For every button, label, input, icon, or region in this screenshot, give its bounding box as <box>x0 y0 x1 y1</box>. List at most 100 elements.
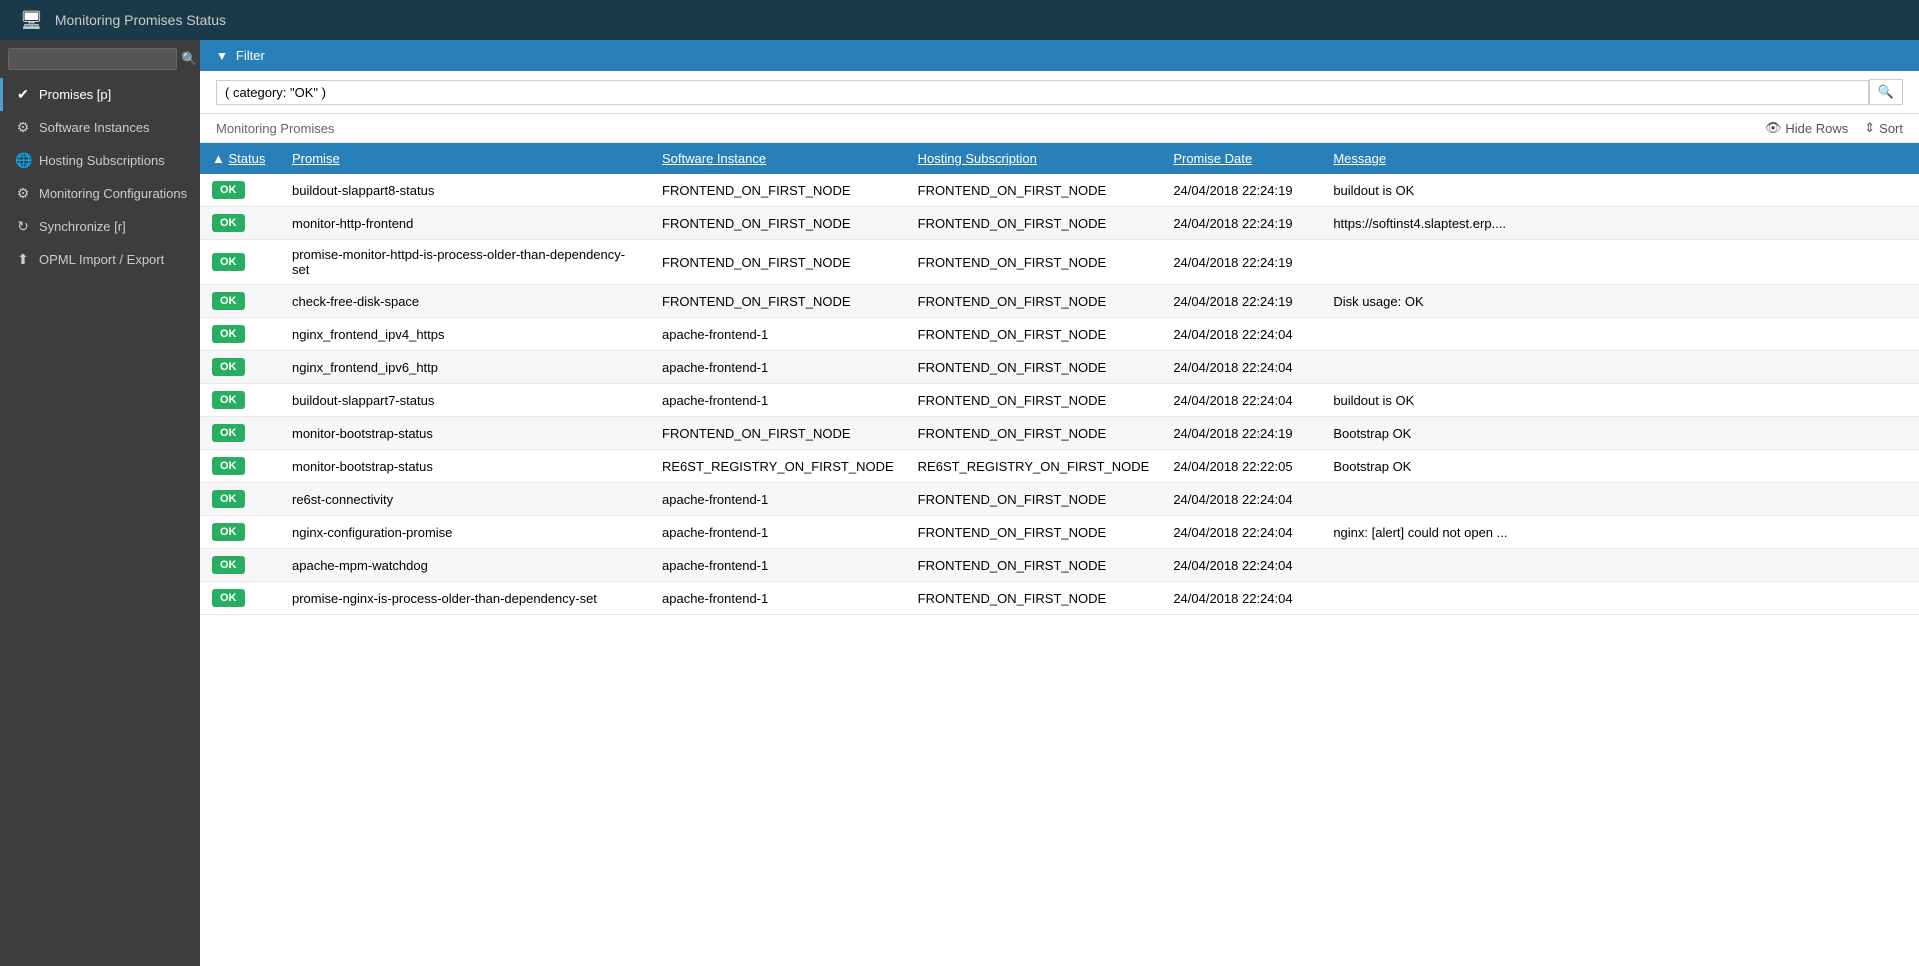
sort-button[interactable]: ⇕ Sort <box>1864 120 1903 136</box>
cell-software-3: FRONTEND_ON_FIRST_NODE <box>650 285 906 318</box>
sort-icon: ⇕ <box>1864 120 1875 136</box>
cell-status-5: OK <box>200 351 280 384</box>
cell-software-10: apache-frontend-1 <box>650 516 906 549</box>
cell-date-12: 24/04/2018 22:24:04 <box>1161 582 1321 615</box>
table-row[interactable]: OK monitor-http-frontend FRONTEND_ON_FIR… <box>200 207 1919 240</box>
top-header: 🖥 Monitoring Promises Status <box>0 0 1919 40</box>
filter-icon: ▼ <box>216 49 228 63</box>
cell-message-10: nginx: [alert] could not open ... <box>1321 516 1919 549</box>
col-header-promise-date[interactable]: Promise Date <box>1161 143 1321 174</box>
cell-hosting-1: FRONTEND_ON_FIRST_NODE <box>906 207 1162 240</box>
cell-status-8: OK <box>200 450 280 483</box>
ok-badge-12: OK <box>212 589 245 607</box>
message-col-link[interactable]: Message <box>1333 151 1386 166</box>
table-area: Monitoring Promises 👁 Hide Rows ⇕ Sort <box>200 114 1919 966</box>
table-row[interactable]: OK promise-monitor-httpd-is-process-olde… <box>200 240 1919 285</box>
table-row[interactable]: OK promise-nginx-is-process-older-than-d… <box>200 582 1919 615</box>
ok-badge-9: OK <box>212 490 245 508</box>
sidebar-label-opml-import-export: OPML Import / Export <box>39 252 164 267</box>
section-title: Monitoring Promises <box>216 121 335 136</box>
sidebar-item-opml-import-export[interactable]: ⬆ OPML Import / Export <box>0 243 200 276</box>
status-col-link[interactable]: Status <box>229 151 266 166</box>
cell-promise-3: check-free-disk-space <box>280 285 650 318</box>
cell-promise-5: nginx_frontend_ipv6_http <box>280 351 650 384</box>
col-header-message[interactable]: Message <box>1321 143 1919 174</box>
cell-promise-11: apache-mpm-watchdog <box>280 549 650 582</box>
content-area: ▼ Filter 🔍 Monitoring Promises 👁 Hide Ro… <box>200 40 1919 966</box>
cell-promise-0: buildout-slappart8-status <box>280 174 650 207</box>
cell-promise-10: nginx-configuration-promise <box>280 516 650 549</box>
search-icon[interactable]: 🔍 <box>181 51 197 67</box>
sidebar-item-software-instances[interactable]: ⚙ Software Instances <box>0 111 200 144</box>
cell-date-4: 24/04/2018 22:24:04 <box>1161 318 1321 351</box>
col-header-hosting-subscription[interactable]: Hosting Subscription <box>906 143 1162 174</box>
cell-status-9: OK <box>200 483 280 516</box>
promise-date-col-link[interactable]: Promise Date <box>1173 151 1252 166</box>
table-row[interactable]: OK monitor-bootstrap-status FRONTEND_ON_… <box>200 417 1919 450</box>
table-row[interactable]: OK nginx_frontend_ipv4_https apache-fron… <box>200 318 1919 351</box>
table-row[interactable]: OK buildout-slappart7-status apache-fron… <box>200 384 1919 417</box>
sidebar-icon-hosting-subscriptions: 🌐 <box>15 152 31 169</box>
page-title: Monitoring Promises Status <box>55 12 226 28</box>
cell-date-8: 24/04/2018 22:22:05 <box>1161 450 1321 483</box>
cell-message-5 <box>1321 351 1919 384</box>
table-head: ▲ Status Promise Software Instance Hosti… <box>200 143 1919 174</box>
table-row[interactable]: OK nginx-configuration-promise apache-fr… <box>200 516 1919 549</box>
cell-message-9 <box>1321 483 1919 516</box>
col-header-promise[interactable]: Promise <box>280 143 650 174</box>
cell-hosting-11: FRONTEND_ON_FIRST_NODE <box>906 549 1162 582</box>
cell-status-4: OK <box>200 318 280 351</box>
search-input[interactable] <box>8 48 177 70</box>
cell-hosting-2: FRONTEND_ON_FIRST_NODE <box>906 240 1162 285</box>
cell-software-1: FRONTEND_ON_FIRST_NODE <box>650 207 906 240</box>
cell-status-3: OK <box>200 285 280 318</box>
cell-date-10: 24/04/2018 22:24:04 <box>1161 516 1321 549</box>
filter-label: Filter <box>236 48 265 63</box>
sidebar-nav: ✔ Promises [p] ⚙ Software Instances 🌐 Ho… <box>0 78 200 966</box>
cell-software-5: apache-frontend-1 <box>650 351 906 384</box>
cell-promise-8: monitor-bootstrap-status <box>280 450 650 483</box>
cell-hosting-10: FRONTEND_ON_FIRST_NODE <box>906 516 1162 549</box>
ok-badge-6: OK <box>212 391 245 409</box>
sidebar-icon-software-instances: ⚙ <box>15 119 31 136</box>
sort-label: Sort <box>1879 121 1903 136</box>
table-row[interactable]: OK nginx_frontend_ipv6_http apache-front… <box>200 351 1919 384</box>
sidebar: 🔍 ✔ Promises [p] ⚙ Software Instances 🌐 … <box>0 40 200 966</box>
cell-hosting-3: FRONTEND_ON_FIRST_NODE <box>906 285 1162 318</box>
cell-hosting-9: FRONTEND_ON_FIRST_NODE <box>906 483 1162 516</box>
cell-date-0: 24/04/2018 22:24:19 <box>1161 174 1321 207</box>
cell-date-2: 24/04/2018 22:24:19 <box>1161 240 1321 285</box>
filter-input[interactable] <box>216 80 1869 105</box>
hosting-subscription-col-link[interactable]: Hosting Subscription <box>918 151 1037 166</box>
eye-icon: 👁 <box>1765 120 1782 136</box>
table-row[interactable]: OK re6st-connectivity apache-frontend-1 … <box>200 483 1919 516</box>
software-instance-col-link[interactable]: Software Instance <box>662 151 766 166</box>
cell-hosting-6: FRONTEND_ON_FIRST_NODE <box>906 384 1162 417</box>
cell-hosting-12: FRONTEND_ON_FIRST_NODE <box>906 582 1162 615</box>
sidebar-item-promises[interactable]: ✔ Promises [p] <box>0 78 200 111</box>
cell-software-7: FRONTEND_ON_FIRST_NODE <box>650 417 906 450</box>
sidebar-item-hosting-subscriptions[interactable]: 🌐 Hosting Subscriptions <box>0 144 200 177</box>
col-header-software-instance[interactable]: Software Instance <box>650 143 906 174</box>
cell-hosting-5: FRONTEND_ON_FIRST_NODE <box>906 351 1162 384</box>
cell-message-8: Bootstrap OK <box>1321 450 1919 483</box>
cell-message-12 <box>1321 582 1919 615</box>
cell-software-11: apache-frontend-1 <box>650 549 906 582</box>
ok-badge-7: OK <box>212 424 245 442</box>
filter-search-button[interactable]: 🔍 <box>1869 79 1903 105</box>
col-header-status[interactable]: ▲ Status <box>200 143 280 174</box>
table-row[interactable]: OK buildout-slappart8-status FRONTEND_ON… <box>200 174 1919 207</box>
cell-message-1: https://softinst4.slaptest.erp.... <box>1321 207 1919 240</box>
sidebar-item-synchronize[interactable]: ↻ Synchronize [r] <box>0 210 200 243</box>
ok-badge-8: OK <box>212 457 245 475</box>
app-icon: 🖥 <box>20 10 43 31</box>
sidebar-search-area: 🔍 <box>0 40 200 78</box>
hide-rows-button[interactable]: 👁 Hide Rows <box>1765 120 1848 136</box>
ok-badge-5: OK <box>212 358 245 376</box>
cell-message-4 <box>1321 318 1919 351</box>
table-row[interactable]: OK apache-mpm-watchdog apache-frontend-1… <box>200 549 1919 582</box>
table-row[interactable]: OK monitor-bootstrap-status RE6ST_REGIST… <box>200 450 1919 483</box>
promise-col-link[interactable]: Promise <box>292 151 340 166</box>
table-row[interactable]: OK check-free-disk-space FRONTEND_ON_FIR… <box>200 285 1919 318</box>
sidebar-item-monitoring-configurations[interactable]: ⚙ Monitoring Configurations <box>0 177 200 210</box>
